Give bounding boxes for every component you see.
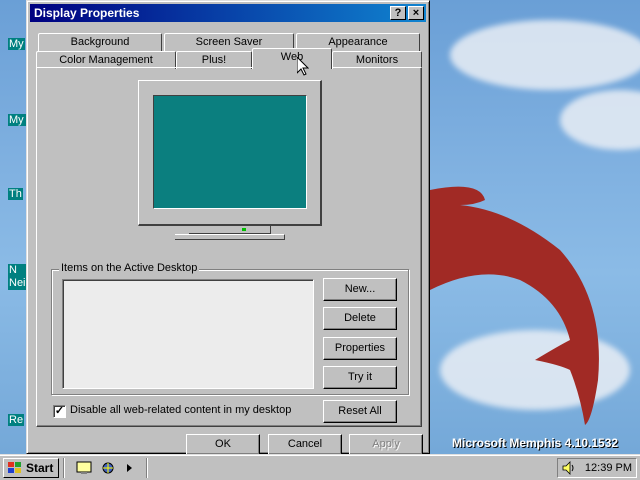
volume-icon[interactable] (562, 461, 576, 475)
reset-all-button[interactable]: Reset All (323, 400, 397, 423)
system-tray: 12:39 PM (557, 458, 637, 478)
ok-button[interactable]: OK (186, 434, 260, 455)
mouse-cursor-icon (297, 57, 309, 76)
new-button-label: New... (344, 283, 376, 295)
delete-button-label: Delete (344, 312, 376, 324)
taskbar-separator (63, 458, 65, 478)
cancel-button[interactable]: Cancel (268, 434, 342, 455)
try-it-button[interactable]: Try it (323, 366, 397, 389)
monitor-power-led (242, 228, 246, 231)
dolphin-wallpaper-image (430, 186, 599, 425)
tab-background[interactable]: Background (38, 33, 162, 51)
desktop-icon-label[interactable]: My (8, 38, 25, 50)
properties-button[interactable]: Properties (323, 337, 397, 360)
tab-web[interactable]: Web (252, 48, 332, 69)
start-label: Start (26, 461, 54, 475)
start-button[interactable]: Start (3, 458, 59, 478)
windows-logo-icon (8, 462, 21, 473)
desktop-icon-label[interactable]: Th (8, 188, 23, 200)
channels-icon[interactable] (100, 461, 116, 475)
new-button[interactable]: New... (323, 278, 397, 301)
apply-button-label: Apply (372, 438, 400, 450)
disable-web-content-checkbox[interactable]: ✓ (53, 405, 66, 418)
cancel-button-label: Cancel (287, 438, 323, 450)
monitor-preview (138, 80, 322, 226)
ok-button-label: OK (215, 438, 231, 450)
clock[interactable]: 12:39 PM (585, 462, 632, 474)
show-desktop-icon[interactable] (76, 461, 92, 475)
quicklaunch-chevron-icon[interactable] (126, 464, 134, 472)
disable-web-content-label[interactable]: Disable all web-related content in my de… (70, 404, 291, 416)
try-it-button-label: Try it (347, 371, 373, 383)
help-button[interactable]: ? (390, 6, 406, 20)
close-button[interactable]: × (408, 6, 424, 20)
dialog-title: Display Properties (34, 6, 140, 20)
title-bar[interactable]: Display Properties ? × (30, 4, 426, 22)
taskbar-separator (146, 458, 148, 478)
taskbar: Start 12:39 PM (0, 454, 640, 480)
monitor-stand (189, 226, 271, 234)
active-desktop-items-list[interactable] (62, 279, 314, 389)
monitor-preview-screen (153, 95, 307, 209)
apply-button[interactable]: Apply (349, 434, 423, 455)
display-properties-dialog: Display Properties ? × Background Screen… (26, 0, 430, 455)
build-watermark: Microsoft Memphis 4.10.1532 (452, 436, 619, 450)
reset-all-button-label: Reset All (338, 405, 382, 417)
properties-button-label: Properties (334, 342, 386, 354)
monitor-base (175, 234, 285, 240)
group-label: Items on the Active Desktop (59, 262, 200, 274)
desktop-icon-label[interactable]: Re (8, 414, 25, 426)
delete-button[interactable]: Delete (323, 307, 397, 330)
